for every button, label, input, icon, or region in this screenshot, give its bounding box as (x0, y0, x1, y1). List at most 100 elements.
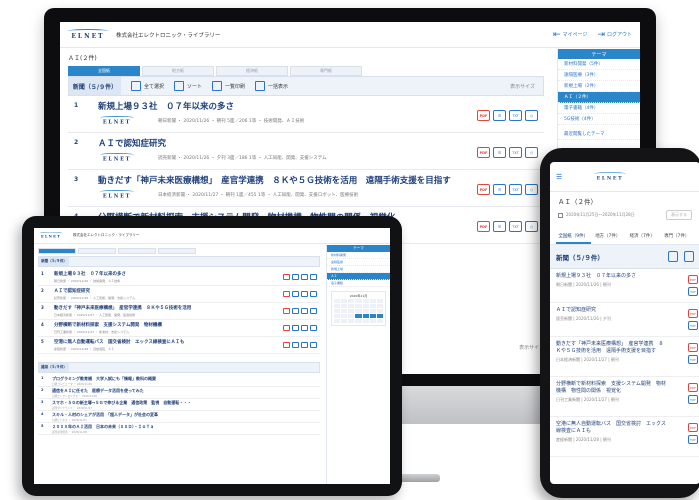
printer-icon (212, 81, 223, 91)
magazine-row[interactable]: 2 通信をＡＩに任せた 医療データ活用を使ってみた 日経エレクトロニクス ・ 202… (38, 387, 320, 399)
article-row[interactable]: 2 ＡＩで認知症研究 読売新聞 ・ 2020/11/26 ・ 人工知能、開発、支援シ… (38, 286, 320, 303)
elnet-logo[interactable]: ELNET (39, 232, 63, 239)
calendar-grid[interactable] (334, 299, 383, 323)
calendar-title: 2020年11月 (349, 294, 368, 298)
article-row[interactable]: 空港に無人自動運転バス 国交省検討 エックス線検査にＡＩも 産経新聞 | 2020… (550, 417, 699, 457)
text-icon[interactable]: TXT (688, 321, 698, 330)
elnet-logo[interactable]: ELNET (594, 172, 627, 181)
sort-button[interactable]: ソート (174, 81, 202, 91)
sort-icon[interactable] (684, 251, 694, 262)
tablet-sidebar: テーマ 新材料開発 遠隔医療 新規上場 ＡＩ 電子書籍 2020年11月 (326, 245, 390, 484)
magazine-row[interactable]: 4 スキル・人材のシェアが活用 「超人データ」が社会の変革 日経ビジネス ・ 202… (38, 411, 320, 423)
tab-local[interactable] (78, 248, 116, 254)
magazine-row[interactable]: 5 ２０ＸＸ年のＡＩ活用 日本の未来（ＳＳＤ）・ＩｏＴａ 週刊東洋経済 ・ 2020… (38, 423, 320, 435)
list-icon[interactable]: ☰ (493, 147, 506, 158)
pdf-icon[interactable]: PDF (477, 184, 490, 195)
elnet-logo[interactable]: ELNET (68, 29, 108, 40)
magazine-row[interactable]: 3 スマホ・５Ｇの新主導→５Ｇで伸びる企業 通信政策 監視 自動運転・・・ 週刊ダイ… (38, 399, 320, 411)
tab-national[interactable]: 全国紙（9件） (556, 230, 591, 244)
text-icon[interactable]: TXT (688, 395, 698, 404)
article-row[interactable]: ＡＩで認知症研究 読売新聞 | 2020/11/26 | 夕刊 PDF TXT (550, 303, 699, 337)
text-icon[interactable]: TXT (509, 221, 522, 232)
print-icon[interactable]: ⎙ (525, 221, 538, 232)
pdf-icon[interactable]: PDF (688, 275, 698, 284)
text-icon[interactable]: TXT (509, 147, 522, 158)
print-list-button[interactable]: 一覧印刷 (212, 81, 245, 91)
article-row[interactable]: 1 新規上場９３社 ０７年以来の多さ 朝日新聞 ・ 2020/11/26 ・ 技術開… (38, 269, 320, 286)
text-icon[interactable]: TXT (688, 287, 698, 296)
article-title[interactable]: 動きだす「神戸未来医療構想」 産官学連携 ８Ｋや５Ｇ技術を活用 遠隔手術支援を目… (98, 174, 451, 186)
results-toolbar: 新聞（５/９件） (38, 256, 320, 267)
app-header: ELNET 株式会社エレクトロニック・ライブラリー ⇤ マイページ ⇥ ログアウト (60, 22, 640, 48)
tab-national[interactable]: 全国紙 (68, 66, 140, 76)
article-meta: 読売新聞 ・ 2020/11/26 ・ 夕刊 3面／186 1等 ・ 人工知能、… (158, 156, 327, 161)
sidebar-item[interactable]: 5G技術（4件） (558, 114, 640, 125)
print-icon[interactable]: ⎙ (525, 184, 538, 195)
pdf-icon[interactable]: PDF (477, 147, 490, 158)
sidebar-item-ai[interactable]: ＡＩ（２件） (558, 92, 640, 103)
tab-trade[interactable]: 専門（7件） (660, 230, 695, 244)
magazine-row[interactable]: 1 プログラミング教育補 大学入試にも「情報」教科の概要 日経コンピュータ ・ 20… (38, 375, 320, 387)
phone-header: ☰ ELNET (550, 162, 699, 192)
pdf-icon[interactable]: PDF (688, 309, 698, 318)
checkbox-icon (131, 81, 141, 91)
text-icon[interactable]: TXT (509, 184, 522, 195)
article-row[interactable]: 1 新規上場９３社 ０７年以来の多さ ELNET 朝日新聞 ・ 2020/11/… (68, 96, 544, 133)
results-count: 新聞（５/９件） (556, 253, 604, 262)
sidebar-item[interactable]: 新規上場 (327, 266, 390, 273)
sidebar-item[interactable]: 電子書籍（4件） (558, 103, 640, 114)
sidebar-item[interactable]: 新規上場（2件） (558, 81, 640, 92)
phone-device: ☰ ELNET ＡＩ（２件） 2020年11月25日〜2020年11月28日 表… (540, 148, 699, 498)
sidebar-item[interactable]: 電子書籍 (327, 280, 390, 287)
device-showcase: ELNET 株式会社エレクトロニック・ライブラリー ⇤ マイページ ⇥ ログアウト … (0, 0, 699, 500)
list-icon[interactable]: ☰ (493, 221, 506, 232)
article-row[interactable]: 3 動きだす「神戸未来医療構想」 産官学連携 ８Ｋや５Ｇ技術を活用 遠隔手術支援… (68, 170, 544, 207)
article-row[interactable]: 新規上場９３社 ０７年以来の多さ 朝日新聞 | 2020/11/26 | 朝刊 PD… (550, 269, 699, 303)
tab-trade[interactable] (158, 248, 196, 254)
select-all-button[interactable]: 全て選択 (131, 81, 164, 91)
sidebar-item[interactable]: 新材料開発 (327, 252, 390, 259)
print-icon[interactable]: ⎙ (525, 110, 538, 121)
sidebar-item-ai[interactable]: ＡＩ (327, 273, 390, 280)
text-icon[interactable]: TXT (688, 355, 698, 364)
text-icon[interactable]: TXT (688, 435, 698, 444)
print-icon[interactable]: ⎙ (525, 147, 538, 158)
article-meta: 日本経済新聞 ・ 2020/11/27 ・ 朝刊 1面／455 1等 ・ 人工知… (158, 193, 359, 198)
pdf-icon[interactable]: PDF (688, 343, 698, 352)
article-row[interactable]: 分野横断で新材料探索 支援システム開発 物材機構 物性間の関係 視覚化 日刊工業新… (550, 377, 699, 417)
article-title[interactable]: ＡＩで認知症研究 (98, 137, 166, 149)
article-row[interactable]: 動きだす「神戸未来医療構想」 産官学連携 ８Ｋや５Ｇ技術を活用 遠隔手術支援を目… (550, 337, 699, 377)
bulk-view-button[interactable]: 一括表示 (255, 81, 288, 91)
article-title[interactable]: 新規上場９３社 ０７年以来の多さ (98, 100, 234, 112)
tab-local[interactable]: 地方（7件） (591, 230, 626, 244)
search-button[interactable]: 表示する (666, 210, 692, 220)
article-row[interactable]: 2 ＡＩで認知症研究 ELNET 読売新聞 ・ 2020/11/26 ・ 夕刊 … (68, 133, 544, 170)
tab-local[interactable]: 地方紙 (142, 66, 214, 76)
recent-themes-link[interactable]: 最近閲覧したテーマ (558, 129, 640, 140)
logout-link[interactable]: ⇥ ログアウト (597, 30, 632, 40)
results-count: 新聞（５/９件） (69, 77, 121, 95)
pdf-icon[interactable]: PDF (688, 383, 698, 392)
list-icon[interactable]: ☰ (493, 110, 506, 121)
article-row[interactable]: 3 動きだす「神戸未来医療構想」 産官学連携 ８Ｋや５Ｇ技術を活用 日本経済新聞 ・… (38, 303, 320, 320)
pdf-icon[interactable]: PDF (477, 221, 490, 232)
date-checkbox[interactable] (558, 212, 563, 218)
tab-trade[interactable]: 専門紙 (290, 66, 362, 76)
pdf-icon[interactable]: PDF (477, 110, 490, 121)
sidebar-item[interactable]: 新材料開発（5件） (558, 59, 640, 70)
document-icon[interactable] (668, 251, 678, 262)
menu-icon[interactable]: ☰ (556, 173, 562, 181)
text-icon[interactable]: TXT (509, 110, 522, 121)
pdf-icon[interactable]: PDF (688, 423, 698, 432)
tab-economic[interactable]: 経済（7件） (625, 230, 660, 244)
sidebar-item[interactable]: 遠隔医療 (327, 259, 390, 266)
article-row[interactable]: 5 空港に無人自動運転バス 国交省検討 エックス線検査にＡＩも 産経新聞 ・ 202… (38, 337, 320, 354)
tab-economic[interactable]: 経済紙 (216, 66, 288, 76)
display-size-select[interactable]: 表示サイズ (510, 83, 535, 90)
list-icon[interactable]: ☰ (493, 184, 506, 195)
tab-economic[interactable] (118, 248, 156, 254)
sidebar-item[interactable]: 遠隔医療（3件） (558, 70, 640, 81)
tab-national[interactable] (38, 248, 76, 254)
article-row[interactable]: 4 分野横断で新材料探索 支援システム開発 物材機構 日刊工業新聞 ・ 2020/1… (38, 320, 320, 337)
mypage-link[interactable]: ⇤ マイページ (553, 30, 587, 40)
